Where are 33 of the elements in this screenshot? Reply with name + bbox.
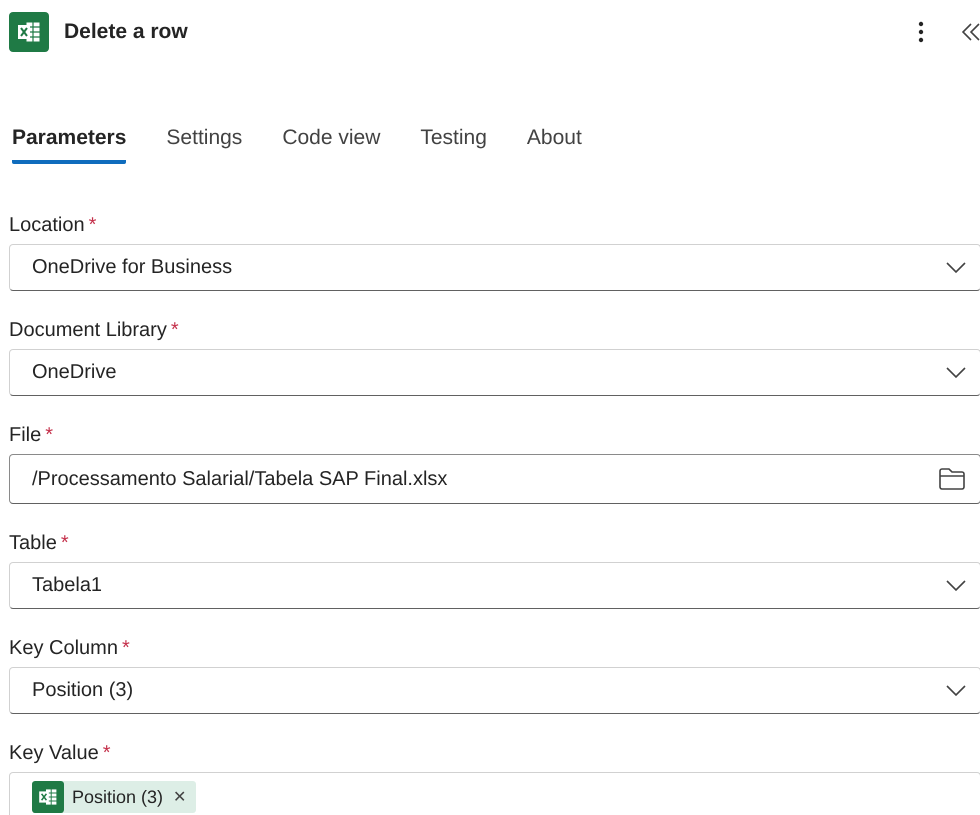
tab[interactable]: Parameters	[12, 126, 126, 164]
required-mark: *	[102, 742, 110, 764]
dropdown-field[interactable]: OneDrive for Business	[9, 244, 980, 291]
spreadsheet-icon	[9, 12, 49, 52]
token-input-field[interactable]: Position (3) ✕	[9, 772, 980, 815]
field-label: File	[9, 424, 42, 446]
chevron-down-icon	[946, 366, 966, 378]
tab[interactable]: Code view	[282, 126, 380, 164]
value-token[interactable]: Position (3) ✕	[32, 781, 196, 813]
remove-token-button[interactable]: ✕	[173, 787, 186, 807]
tab[interactable]: About	[526, 126, 582, 164]
required-mark: *	[45, 424, 54, 446]
required-mark: *	[60, 532, 69, 554]
folder-icon[interactable]	[938, 467, 966, 491]
dropdown-field[interactable]: Position (3)	[9, 667, 980, 714]
dropdown-field[interactable]: OneDrive	[9, 349, 980, 396]
spreadsheet-icon	[32, 781, 64, 813]
chevron-down-icon	[946, 684, 966, 696]
field-label: Table	[9, 532, 57, 554]
tab[interactable]: Testing	[420, 126, 487, 164]
field-label: Key Column	[9, 636, 118, 660]
tab[interactable]: Settings	[166, 126, 242, 164]
required-mark: *	[122, 636, 130, 660]
required-mark: *	[170, 318, 179, 342]
chevron-down-icon	[946, 262, 966, 274]
field-label: Key Value	[9, 742, 99, 764]
dropdown-field[interactable]: Tabela1	[9, 562, 980, 609]
field-label: Location	[9, 214, 85, 236]
action-title: Delete a row	[64, 20, 189, 44]
chevron-down-icon	[946, 580, 966, 592]
file-input-field[interactable]: /Processamento Salarial/Tabela SAP Final.xlsx	[9, 454, 980, 504]
field-label: Document Library	[9, 318, 167, 342]
required-mark: *	[88, 214, 96, 236]
